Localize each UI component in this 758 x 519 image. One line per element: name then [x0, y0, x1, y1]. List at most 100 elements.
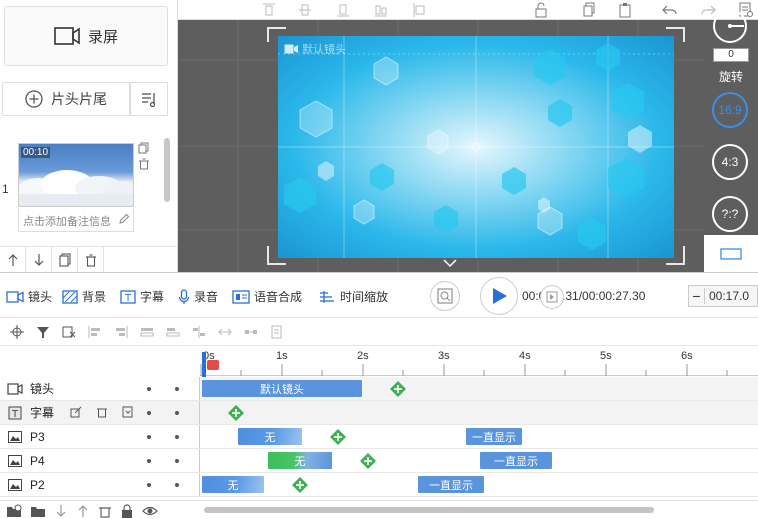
lock-dot[interactable] [175, 387, 179, 391]
time-ruler[interactable]: 0s 1s 2s 3s 4s 5s 6s [200, 346, 758, 376]
subtitle-button[interactable]: T 字幕 [120, 288, 164, 305]
trash-icon[interactable] [96, 406, 108, 418]
lock-dot[interactable] [175, 459, 179, 463]
duplicate-scene-button[interactable] [52, 247, 78, 272]
edit-icon[interactable] [70, 406, 82, 418]
next-frame-button[interactable] [540, 285, 564, 309]
clip-properties-button[interactable] [264, 320, 290, 344]
folder-icon[interactable] [30, 504, 46, 518]
clip[interactable]: 一直显示 [480, 452, 552, 469]
stage-preview[interactable]: 默认镜头 [278, 36, 674, 258]
split-button[interactable] [186, 320, 212, 344]
paste-icon[interactable] [618, 2, 632, 18]
undo-icon[interactable] [662, 2, 678, 18]
add-keyframe-icon[interactable] [292, 477, 308, 493]
tts-button[interactable]: 语音合成 [232, 288, 302, 305]
track-header[interactable]: 镜头 [0, 377, 200, 400]
lock-dot[interactable] [175, 435, 179, 439]
import-icon[interactable] [122, 406, 134, 418]
preview-zoom-button[interactable] [430, 281, 460, 311]
move-up-button[interactable] [0, 247, 26, 272]
clip[interactable]: 一直显示 [466, 428, 522, 445]
track-body[interactable]: 无 一直显示 [200, 449, 758, 472]
scene-list-scrollbar[interactable] [164, 138, 170, 202]
trash-icon[interactable] [138, 158, 150, 170]
track-header[interactable]: T 字幕 [0, 401, 200, 424]
visibility-dot[interactable] [147, 387, 151, 391]
add-folder-icon[interactable] [6, 504, 22, 518]
text-icon: T [0, 406, 30, 420]
clip[interactable]: 默认镜头 [202, 380, 362, 397]
lock-dot[interactable] [175, 483, 179, 487]
play-button[interactable] [480, 277, 518, 315]
filter-button[interactable] [30, 320, 56, 344]
visibility-dot[interactable] [147, 459, 151, 463]
scene-note-input[interactable]: 点击添加备注信息 [18, 208, 134, 232]
clip[interactable]: 无 [268, 452, 332, 469]
add-keyframe-icon[interactable] [390, 381, 406, 397]
lock-dot[interactable] [175, 411, 179, 415]
lock-icon[interactable] [120, 503, 134, 518]
visibility-dot[interactable] [147, 483, 151, 487]
add-keyframe-icon[interactable] [228, 405, 244, 421]
playhead[interactable] [202, 352, 206, 378]
copy-icon[interactable] [138, 142, 150, 154]
distribute-icon[interactable] [374, 2, 388, 18]
gap-button[interactable] [238, 320, 264, 344]
arrow-down-icon[interactable] [54, 504, 68, 518]
delete-scene-button[interactable] [78, 247, 104, 272]
move-down-button[interactable] [26, 247, 52, 272]
clear-filter-button[interactable] [56, 320, 82, 344]
lock-icon[interactable] [534, 2, 548, 18]
ratio-16-9-button[interactable]: 16:9 [712, 92, 748, 128]
zoom-out-button[interactable]: − [689, 288, 705, 304]
align-middle-icon[interactable] [298, 2, 312, 18]
merge-button[interactable] [212, 320, 238, 344]
track-header[interactable]: P3 [0, 425, 200, 448]
canvas-area[interactable]: 默认镜头 [178, 20, 704, 272]
track-header[interactable]: P4 [0, 449, 200, 472]
trash-icon[interactable] [98, 504, 112, 518]
timeline-zoom-control[interactable]: − 00:17.0 [688, 285, 758, 307]
rotate-dial-icon[interactable] [710, 6, 750, 46]
match-start-button[interactable] [160, 320, 186, 344]
track-body[interactable]: 无 一直显示 [200, 425, 758, 448]
track-body[interactable]: 默认镜头 [200, 377, 758, 400]
timeline-horizontal-scrollbar[interactable] [204, 507, 654, 513]
match-width-button[interactable] [134, 320, 160, 344]
record-audio-button[interactable]: 录音 [178, 288, 218, 305]
visibility-dot[interactable] [147, 435, 151, 439]
add-keyframe-icon[interactable] [330, 429, 346, 445]
intro-outro-button[interactable]: 片头片尾 [2, 82, 130, 116]
align-top-icon[interactable] [262, 2, 276, 18]
arrow-up-icon[interactable] [76, 504, 90, 518]
music-list-button[interactable] [130, 82, 168, 116]
add-keyframe-icon[interactable] [360, 453, 376, 469]
background-button[interactable]: 背景 [62, 288, 106, 305]
copy-icon[interactable] [582, 2, 596, 18]
playhead-handle[interactable] [207, 360, 219, 370]
align-left-icon[interactable] [412, 2, 426, 18]
eye-icon[interactable] [142, 504, 158, 518]
locate-button[interactable] [4, 320, 30, 344]
track-body[interactable]: 无 一直显示 [200, 473, 758, 496]
align-right-clips-button[interactable] [108, 320, 134, 344]
record-screen-button[interactable]: 录屏 [4, 6, 168, 66]
add-lens-button[interactable]: 镜头 [6, 288, 52, 305]
time-scale-button[interactable]: 时间缩放 [318, 288, 388, 305]
rotate-input[interactable]: 0 [713, 48, 749, 62]
screen-mode-button[interactable] [704, 235, 758, 272]
clip[interactable]: 无 [238, 428, 302, 445]
align-bottom-icon[interactable] [336, 2, 350, 18]
clip[interactable]: 无 [202, 476, 264, 493]
scene-thumbnail[interactable]: 00:10 [18, 143, 134, 207]
track-actions [0, 501, 200, 519]
align-left-clips-button[interactable] [82, 320, 108, 344]
chevron-down-icon[interactable] [442, 258, 458, 268]
track-header[interactable]: P2 [0, 473, 200, 496]
ratio-custom-button[interactable]: ?:? [712, 196, 748, 232]
visibility-dot[interactable] [147, 411, 151, 415]
clip[interactable]: 一直显示 [418, 476, 484, 493]
track-body[interactable] [200, 401, 758, 424]
ratio-4-3-button[interactable]: 4:3 [712, 144, 748, 180]
